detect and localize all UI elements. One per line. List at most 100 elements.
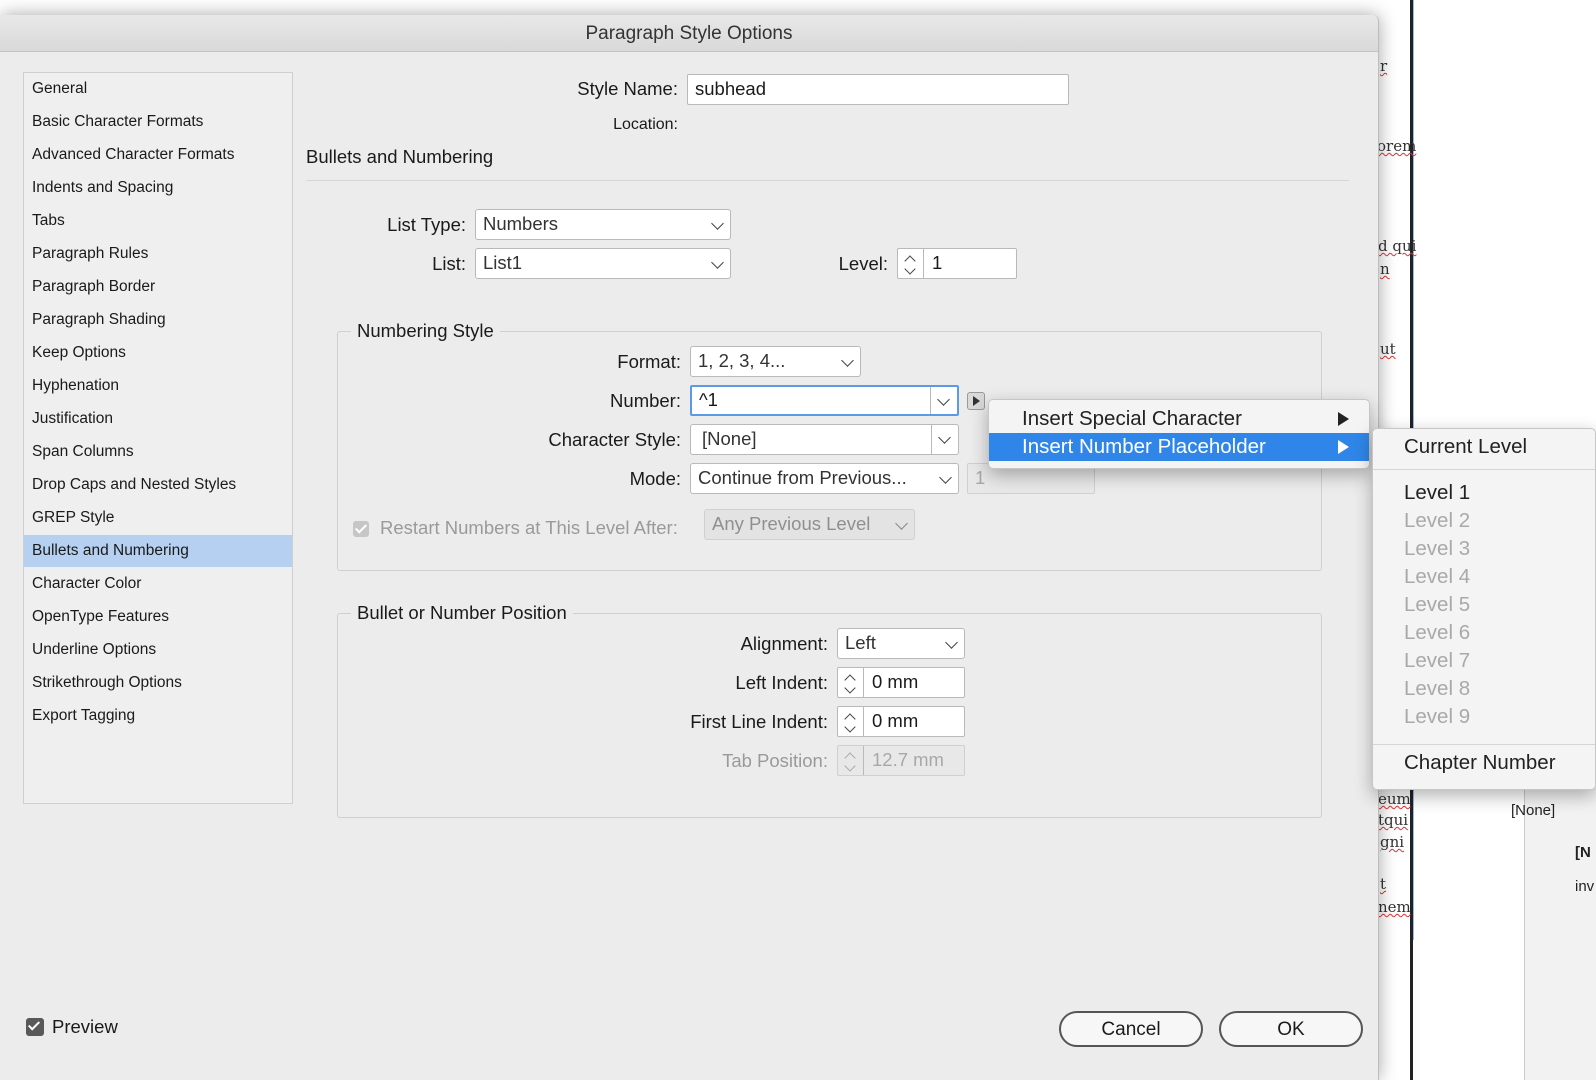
stepper-icon <box>838 746 864 775</box>
submenu-current-level[interactable]: Current Level <box>1404 433 1527 461</box>
category-paragraph-shading[interactable]: Paragraph Shading <box>24 304 292 336</box>
first-line-indent-field[interactable]: 0 mm <box>837 706 965 737</box>
chevron-down-icon <box>939 471 952 484</box>
doc-text-fragment: d qui <box>1378 237 1417 255</box>
character-style-value: [None] <box>702 428 757 449</box>
submenu-level-5: Level 5 <box>1404 593 1471 616</box>
panel-row[interactable]: [N <box>1575 844 1591 861</box>
alignment-select[interactable]: Left <box>837 628 965 659</box>
stepper-icon[interactable] <box>838 707 864 736</box>
category-general[interactable]: General <box>24 73 292 105</box>
number-input[interactable]: ^1 <box>690 385 959 416</box>
category-list[interactable]: General Basic Character Formats Advanced… <box>23 72 293 804</box>
doc-text-fragment: n <box>1380 260 1390 278</box>
ok-button[interactable]: OK <box>1219 1011 1363 1047</box>
category-basic-character-formats[interactable]: Basic Character Formats <box>24 106 292 138</box>
submenu-level-7: Level 7 <box>1404 649 1471 672</box>
menu-separator <box>1373 469 1595 470</box>
category-paragraph-border[interactable]: Paragraph Border <box>24 271 292 303</box>
format-value: 1, 2, 3, 4... <box>698 350 786 371</box>
panel-row[interactable]: inv <box>1575 878 1594 895</box>
insert-arrow-icon <box>973 396 980 406</box>
first-line-indent-label: First Line Indent: <box>690 711 828 732</box>
submenu-level-1[interactable]: Level 1 <box>1404 479 1470 507</box>
preview-label[interactable]: Preview <box>52 1016 118 1038</box>
number-dropdown[interactable] <box>930 387 957 414</box>
cancel-button[interactable]: Cancel <box>1059 1011 1203 1047</box>
mode-select[interactable]: Continue from Previous... <box>690 463 959 494</box>
chevron-down-icon <box>711 256 724 269</box>
stepper-icon[interactable] <box>838 668 864 697</box>
section-divider <box>306 180 1349 181</box>
category-underline-options[interactable]: Underline Options <box>24 634 292 666</box>
category-strikethrough-options[interactable]: Strikethrough Options <box>24 667 292 699</box>
mode-label: Mode: <box>629 468 681 489</box>
list-type-label: List Type: <box>387 214 466 235</box>
menu-item-insert-special-character[interactable]: Insert Special Character <box>989 405 1369 433</box>
chevron-down-icon <box>945 636 958 649</box>
doc-text-fragment: nem <box>1378 898 1411 916</box>
doc-text-fragment: t <box>1380 875 1387 893</box>
submenu-level-6: Level 6 <box>1404 621 1471 644</box>
stepper-icon[interactable] <box>898 249 924 278</box>
list-select[interactable]: List1 <box>475 248 731 279</box>
menu-item-label: Insert Number Placeholder <box>1022 435 1266 458</box>
doc-text-fragment: tqui <box>1378 811 1409 829</box>
level-label: Level: <box>838 253 888 274</box>
insert-context-menu: Insert Special Character Insert Number P… <box>988 399 1370 469</box>
category-span-columns[interactable]: Span Columns <box>24 436 292 468</box>
level-field[interactable]: 1 <box>897 248 1017 279</box>
menu-item-insert-number-placeholder[interactable]: Insert Number Placeholder <box>989 433 1369 461</box>
submenu-chapter-number[interactable]: Chapter Number <box>1404 749 1556 777</box>
category-tabs[interactable]: Tabs <box>24 205 292 237</box>
numbering-style-title: Numbering Style <box>351 320 500 342</box>
position-title: Bullet or Number Position <box>351 602 573 624</box>
left-indent-field[interactable]: 0 mm <box>837 667 965 698</box>
menu-separator <box>1373 744 1595 745</box>
character-style-select[interactable]: [None] <box>690 424 959 455</box>
category-grep-style[interactable]: GREP Style <box>24 502 292 534</box>
category-bullets-and-numbering[interactable]: Bullets and Numbering <box>24 535 292 567</box>
category-paragraph-rules[interactable]: Paragraph Rules <box>24 238 292 270</box>
category-justification[interactable]: Justification <box>24 403 292 435</box>
restart-value: Any Previous Level <box>712 513 871 534</box>
category-indents-and-spacing[interactable]: Indents and Spacing <box>24 172 292 204</box>
chevron-down-icon <box>895 517 908 530</box>
character-style-dropdown[interactable] <box>931 425 958 454</box>
character-style-label: Character Style: <box>548 429 681 450</box>
tab-position-label: Tab Position: <box>722 750 828 771</box>
style-name-label: Style Name: <box>577 78 678 99</box>
format-label: Format: <box>617 351 681 372</box>
submenu-level-9: Level 9 <box>1404 705 1471 728</box>
checkmark-icon <box>354 521 368 534</box>
style-name-input[interactable]: subhead <box>687 74 1069 105</box>
category-hyphenation[interactable]: Hyphenation <box>24 370 292 402</box>
category-advanced-character-formats[interactable]: Advanced Character Formats <box>24 139 292 171</box>
category-character-color[interactable]: Character Color <box>24 568 292 600</box>
list-type-select[interactable]: Numbers <box>475 209 731 240</box>
menu-item-label: Insert Special Character <box>1022 407 1242 430</box>
doc-text-fragment: eum <box>1378 790 1411 808</box>
paragraph-style-options-dialog: Paragraph Style Options General Basic Ch… <box>0 15 1379 1080</box>
insert-menu-button[interactable] <box>967 392 985 410</box>
preview-checkbox[interactable] <box>26 1018 44 1036</box>
chevron-down-icon <box>937 393 950 406</box>
category-opentype-features[interactable]: OpenType Features <box>24 601 292 633</box>
doc-text-fragment: orem <box>1377 137 1417 155</box>
submenu-level-8: Level 8 <box>1404 677 1471 700</box>
category-export-tagging[interactable]: Export Tagging <box>24 700 292 732</box>
number-value: ^1 <box>699 389 718 410</box>
format-select[interactable]: 1, 2, 3, 4... <box>690 346 861 377</box>
chevron-down-icon <box>711 217 724 230</box>
number-placeholder-submenu: Current Level Level 1 Level 2 Level 3 Le… <box>1372 428 1596 790</box>
swatch-panel: ra [None] [N inv <box>1511 770 1596 1080</box>
category-drop-caps-and-nested-styles[interactable]: Drop Caps and Nested Styles <box>24 469 292 501</box>
category-keep-options[interactable]: Keep Options <box>24 337 292 369</box>
left-indent-label: Left Indent: <box>735 672 828 693</box>
restart-select: Any Previous Level <box>704 509 915 540</box>
checkmark-icon <box>27 1018 41 1031</box>
tab-position-field: 12.7 mm <box>837 745 965 776</box>
location-label: Location: <box>613 116 678 133</box>
panel-row[interactable]: [None] <box>1511 802 1555 819</box>
list-label: List: <box>432 253 466 274</box>
